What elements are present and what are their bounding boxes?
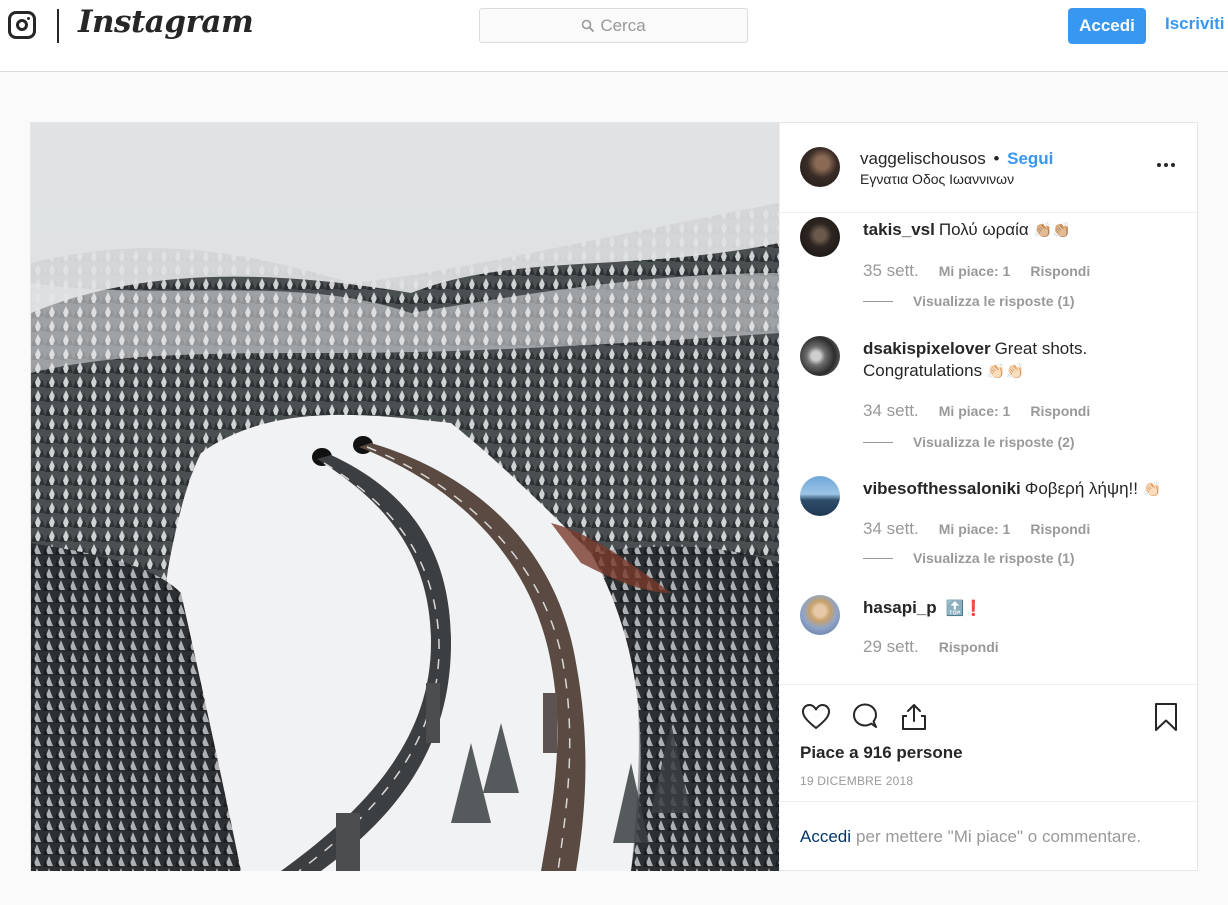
- comment-time[interactable]: 34 sett.: [863, 401, 919, 421]
- instagram-wordmark-logo[interactable]: Instagram: [78, 4, 254, 40]
- commenter-avatar[interactable]: [800, 336, 840, 376]
- login-link[interactable]: Accedi: [800, 827, 851, 847]
- post-header: vaggelischousos • Segui Εγνατια Οδος Ιωα…: [780, 123, 1199, 213]
- comment-body: Πολύ ωραία: [938, 220, 1029, 239]
- signup-link[interactable]: Iscriviti: [1165, 14, 1225, 34]
- top-navigation-bar: Instagram Cerca Accedi Iscriviti: [0, 0, 1228, 72]
- clap-emoji: 👏🏻👏🏻: [986, 362, 1025, 380]
- commenter-avatar[interactable]: [800, 217, 840, 257]
- author-username[interactable]: vaggelischousos: [860, 149, 986, 168]
- top-emoji: 🔝❗: [945, 599, 983, 617]
- post-photo[interactable]: [31, 123, 779, 871]
- list-item: vibesofthessaloniki Φοβερή λήψη!! 👏🏻 34 s…: [800, 476, 1180, 576]
- replies-line: [863, 557, 893, 559]
- commenter-avatar[interactable]: [800, 476, 840, 516]
- comment-username[interactable]: vibesofthessaloniki: [863, 479, 1021, 498]
- comment-time[interactable]: 34 sett.: [863, 519, 919, 539]
- view-replies-button[interactable]: Visualizza le risposte (1): [863, 550, 1075, 566]
- comment-time[interactable]: 35 sett.: [863, 261, 919, 281]
- post-actions: Piace a 916 persone 19 DICEMBRE 2018: [780, 684, 1199, 801]
- view-replies-button[interactable]: Visualizza le risposte (1): [863, 293, 1075, 309]
- comment-username[interactable]: hasapi_p: [863, 598, 937, 617]
- post-location[interactable]: Εγνατια Οδος Ιωαννινων: [860, 171, 1014, 187]
- comment-body: Φοβερή λήψη!!: [1024, 479, 1138, 498]
- author-avatar[interactable]: [800, 147, 840, 187]
- likes-count[interactable]: Piace a 916 persone: [800, 743, 963, 763]
- reply-button[interactable]: Rispondi: [1030, 403, 1090, 419]
- comment-likes[interactable]: Mi piace: 1: [939, 263, 1011, 279]
- comment-meta: 29 sett. Rispondi: [863, 637, 1019, 657]
- comments-list[interactable]: takis_vsl Πολύ ωραία 👏🏼👏🏼 35 sett. Mi pia…: [780, 214, 1199, 684]
- post-card: vaggelischousos • Segui Εγνατια Οδος Ιωα…: [30, 122, 1199, 871]
- comment-meta: 35 sett. Mi piace: 1 Rispondi: [863, 261, 1110, 281]
- comment-time[interactable]: 29 sett.: [863, 637, 919, 657]
- commenter-avatar[interactable]: [800, 595, 840, 635]
- author-line: vaggelischousos • Segui: [860, 149, 1053, 169]
- bookmark-icon[interactable]: [1150, 701, 1182, 733]
- replies-line: [863, 441, 893, 443]
- comment-meta: 34 sett. Mi piace: 1 Rispondi: [863, 401, 1110, 421]
- view-replies-label: Visualizza le risposte (1): [913, 550, 1075, 566]
- comment-likes[interactable]: Mi piace: 1: [939, 521, 1011, 537]
- follow-button[interactable]: Segui: [1007, 149, 1053, 168]
- comment-text: hasapi_p 🔝❗: [863, 597, 1153, 619]
- login-prompt-text: per mettere "Mi piace" o commentare.: [856, 826, 1142, 846]
- login-button[interactable]: Accedi: [1068, 8, 1146, 44]
- reply-button[interactable]: Rispondi: [939, 639, 999, 655]
- comment-text: dsakispixelover Great shots. Congratulati…: [863, 338, 1153, 382]
- comment-icon[interactable]: [849, 701, 881, 733]
- replies-line: [863, 300, 893, 302]
- comment-meta: 34 sett. Mi piace: 1 Rispondi: [863, 519, 1110, 539]
- search-icon: [582, 19, 595, 32]
- list-item: takis_vsl Πολύ ωραία 👏🏼👏🏼 35 sett. Mi pia…: [800, 217, 1180, 327]
- search-placeholder: Cerca: [600, 15, 646, 35]
- post-side-panel: vaggelischousos • Segui Εγνατια Οδος Ιωα…: [779, 123, 1199, 871]
- login-prompt: Accedi per mettere "Mi piace" o commenta…: [780, 801, 1199, 871]
- post-date[interactable]: 19 DICEMBRE 2018: [800, 774, 913, 788]
- more-options-icon[interactable]: [1157, 163, 1175, 167]
- view-replies-label: Visualizza le risposte (1): [913, 293, 1075, 309]
- comment-text: takis_vsl Πολύ ωραία 👏🏼👏🏼: [863, 219, 1153, 241]
- reply-button[interactable]: Rispondi: [1030, 521, 1090, 537]
- view-replies-button[interactable]: Visualizza le risposte (2): [863, 434, 1075, 450]
- list-item: hasapi_p 🔝❗ 29 sett. Rispondi: [800, 595, 1180, 665]
- comment-username[interactable]: dsakispixelover: [863, 339, 991, 358]
- view-replies-label: Visualizza le risposte (2): [913, 434, 1075, 450]
- reply-button[interactable]: Rispondi: [1030, 263, 1090, 279]
- comment-username[interactable]: takis_vsl: [863, 220, 935, 239]
- heart-icon[interactable]: [800, 701, 832, 733]
- snowy-mountain-highway-image: [31, 123, 779, 871]
- logo-divider: [57, 9, 59, 43]
- clap-emoji: 👏🏼👏🏼: [1033, 221, 1071, 239]
- comment-text: vibesofthessaloniki Φοβερή λήψη!! 👏🏻: [863, 478, 1183, 500]
- instagram-camera-icon[interactable]: [8, 11, 36, 39]
- search-input[interactable]: Cerca: [479, 8, 748, 43]
- comment-likes[interactable]: Mi piace: 1: [939, 403, 1011, 419]
- clap-emoji: 👏🏻: [1142, 480, 1162, 498]
- share-icon[interactable]: [898, 701, 930, 733]
- separator-dot: •: [993, 149, 1000, 168]
- list-item: dsakispixelover Great shots. Congratulati…: [800, 336, 1180, 456]
